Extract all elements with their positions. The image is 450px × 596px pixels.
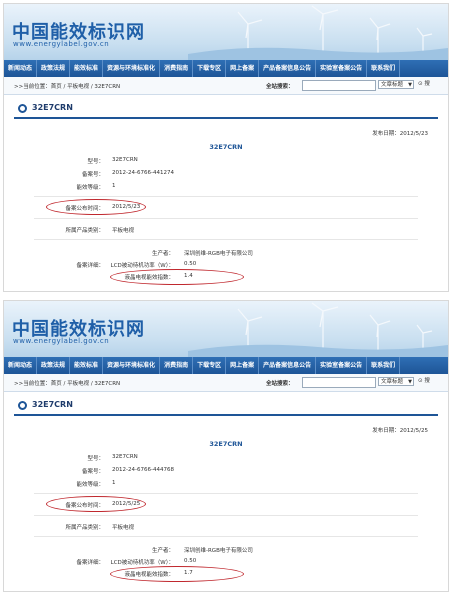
- site-url: www.energylabel.gov.cn: [13, 337, 110, 345]
- search-label: 全站搜索：: [266, 84, 294, 90]
- search-button-label: 搜: [424, 81, 430, 87]
- category-label: 所属产品类别：: [65, 228, 104, 234]
- record-center-title: 32E7CRN: [209, 440, 243, 448]
- model-label: 型号：: [87, 159, 104, 165]
- category-label: 所属产品类别：: [65, 525, 104, 531]
- record-content: 32E7CRN 发布日期：2012/5/25 32E7CRN 型号： 32E7C…: [14, 398, 438, 591]
- grade-label: 能效等级：: [76, 185, 104, 191]
- highlight-oval: [110, 269, 244, 285]
- nav-product-announcements[interactable]: 产品备案信息公告: [259, 357, 317, 374]
- filing-no-value: 2012-24-6766-444768: [112, 467, 174, 473]
- model-value: 32E7CRN: [112, 157, 138, 163]
- standby-power-label: LCD被动待机功率（W）：: [110, 560, 174, 566]
- producer-label: 生产者：: [151, 251, 174, 257]
- chevron-down-icon: ▼: [408, 379, 412, 385]
- record-title: 32E7CRN: [32, 400, 73, 409]
- record-center-title: 32E7CRN: [209, 143, 243, 151]
- main-nav: 新闻动态 政策法规 能效标准 资源与环境标准化 消费指南 下载专区 网上备案 产…: [4, 357, 448, 374]
- nav-policy[interactable]: 政策法规: [37, 357, 71, 374]
- divider: [34, 536, 418, 537]
- search-type-value: 文章标题: [381, 379, 404, 385]
- record-title-row: 32E7CRN: [14, 398, 438, 416]
- nav-product-announcements[interactable]: 产品备案信息公告: [259, 60, 317, 77]
- filing-no-label: 备案号：: [81, 172, 104, 178]
- circle-bullet-icon: [18, 104, 27, 113]
- filing-no-label: 备案号：: [81, 469, 104, 475]
- breadcrumb[interactable]: >>当前位置：首页 / 平板电视 / 32E7CRN: [14, 379, 120, 387]
- standby-power-label: LCD被动待机功率（W）：: [110, 263, 174, 269]
- nav-downloads[interactable]: 下载专区: [193, 357, 227, 374]
- nav-lab-announcements[interactable]: 实验室备案公告: [316, 60, 368, 77]
- nav-resource-standards[interactable]: 资源与环境标准化: [103, 357, 161, 374]
- search-type-select[interactable]: 文章标题 ▼: [378, 80, 414, 89]
- standby-power-value: 0.50: [184, 558, 197, 564]
- search-type-value: 文章标题: [381, 82, 404, 88]
- highlight-oval: [46, 496, 146, 512]
- circle-bullet-icon: [18, 401, 27, 410]
- nav-resource-standards[interactable]: 资源与环境标准化: [103, 60, 161, 77]
- screenshot-panel-1: 中国能效标识网 www.energylabel.gov.cn 新闻动态 政策法规…: [3, 3, 449, 292]
- chevron-down-icon: ▼: [408, 82, 412, 88]
- filing-no-value: 2012-24-6766-441274: [112, 170, 174, 176]
- producer-label: 生产者：: [151, 548, 174, 554]
- site-header: 中国能效标识网 www.energylabel.gov.cn: [4, 301, 448, 357]
- search-button[interactable]: ⊙ 搜: [418, 79, 430, 90]
- nav-consumer-guide[interactable]: 消费指南: [160, 60, 194, 77]
- nav-news[interactable]: 新闻动态: [4, 357, 38, 374]
- nav-contact[interactable]: 联系我们: [367, 60, 401, 77]
- wind-turbines-banner: [188, 302, 448, 357]
- nav-online-filing[interactable]: 网上备案: [226, 357, 260, 374]
- highlight-oval: [110, 566, 244, 582]
- crumb-search-bar: >>当前位置：首页 / 平板电视 / 32E7CRN 全站搜索： 文章标题 ▼ ⊙…: [4, 77, 448, 95]
- nav-online-filing[interactable]: 网上备案: [226, 60, 260, 77]
- grade-value: 1: [112, 183, 116, 189]
- category-value: 平板电视: [112, 525, 135, 531]
- nav-lab-announcements[interactable]: 实验室备案公告: [316, 357, 368, 374]
- model-value: 32E7CRN: [112, 454, 138, 460]
- grade-label: 能效等级：: [76, 482, 104, 488]
- nav-contact[interactable]: 联系我们: [367, 357, 401, 374]
- record-content: 32E7CRN 发布日期：2012/5/23 32E7CRN 型号： 32E7C…: [14, 101, 438, 291]
- nav-consumer-guide[interactable]: 消费指南: [160, 357, 194, 374]
- nav-standards[interactable]: 能效标准: [70, 60, 104, 77]
- site-header: 中国能效标识网 www.energylabel.gov.cn: [4, 4, 448, 60]
- search-type-select[interactable]: 文章标题 ▼: [378, 377, 414, 386]
- divider: [34, 239, 418, 240]
- crumb-search-bar: >>当前位置：首页 / 平板电视 / 32E7CRN 全站搜索： 文章标题 ▼ ⊙…: [4, 374, 448, 392]
- divider: [34, 196, 418, 197]
- wind-turbines-banner: [188, 5, 448, 60]
- search-button[interactable]: ⊙ 搜: [418, 376, 430, 387]
- nav-downloads[interactable]: 下载专区: [193, 60, 227, 77]
- search-label: 全站搜索：: [266, 381, 294, 387]
- main-nav: 新闻动态 政策法规 能效标准 资源与环境标准化 消费指南 下载专区 网上备案 产…: [4, 60, 448, 77]
- record-title: 32E7CRN: [32, 103, 73, 112]
- publish-date: 发布日期：2012/5/23: [372, 131, 428, 137]
- record-title-row: 32E7CRN: [14, 101, 438, 119]
- nav-news[interactable]: 新闻动态: [4, 60, 38, 77]
- standby-power-value: 0.50: [184, 261, 197, 267]
- breadcrumb[interactable]: >>当前位置：首页 / 平板电视 / 32E7CRN: [14, 82, 120, 90]
- nav-policy[interactable]: 政策法规: [37, 60, 71, 77]
- producer-value: 深圳创维-RGB电子有限公司: [184, 548, 253, 554]
- divider: [34, 493, 418, 494]
- search-button-label: 搜: [424, 378, 430, 384]
- grade-value: 1: [112, 480, 116, 486]
- search-input[interactable]: [302, 80, 376, 91]
- nav-standards[interactable]: 能效标准: [70, 357, 104, 374]
- divider: [34, 515, 418, 516]
- producer-value: 深圳创维-RGB电子有限公司: [184, 251, 253, 257]
- highlight-oval: [46, 199, 146, 215]
- screenshot-panel-2: 中国能效标识网 www.energylabel.gov.cn 新闻动态 政策法规…: [3, 300, 449, 592]
- search-input[interactable]: [302, 377, 376, 388]
- model-label: 型号：: [87, 456, 104, 462]
- category-value: 平板电视: [112, 228, 135, 234]
- site-url: www.energylabel.gov.cn: [13, 40, 110, 48]
- divider: [34, 218, 418, 219]
- publish-date: 发布日期：2012/5/25: [372, 428, 428, 434]
